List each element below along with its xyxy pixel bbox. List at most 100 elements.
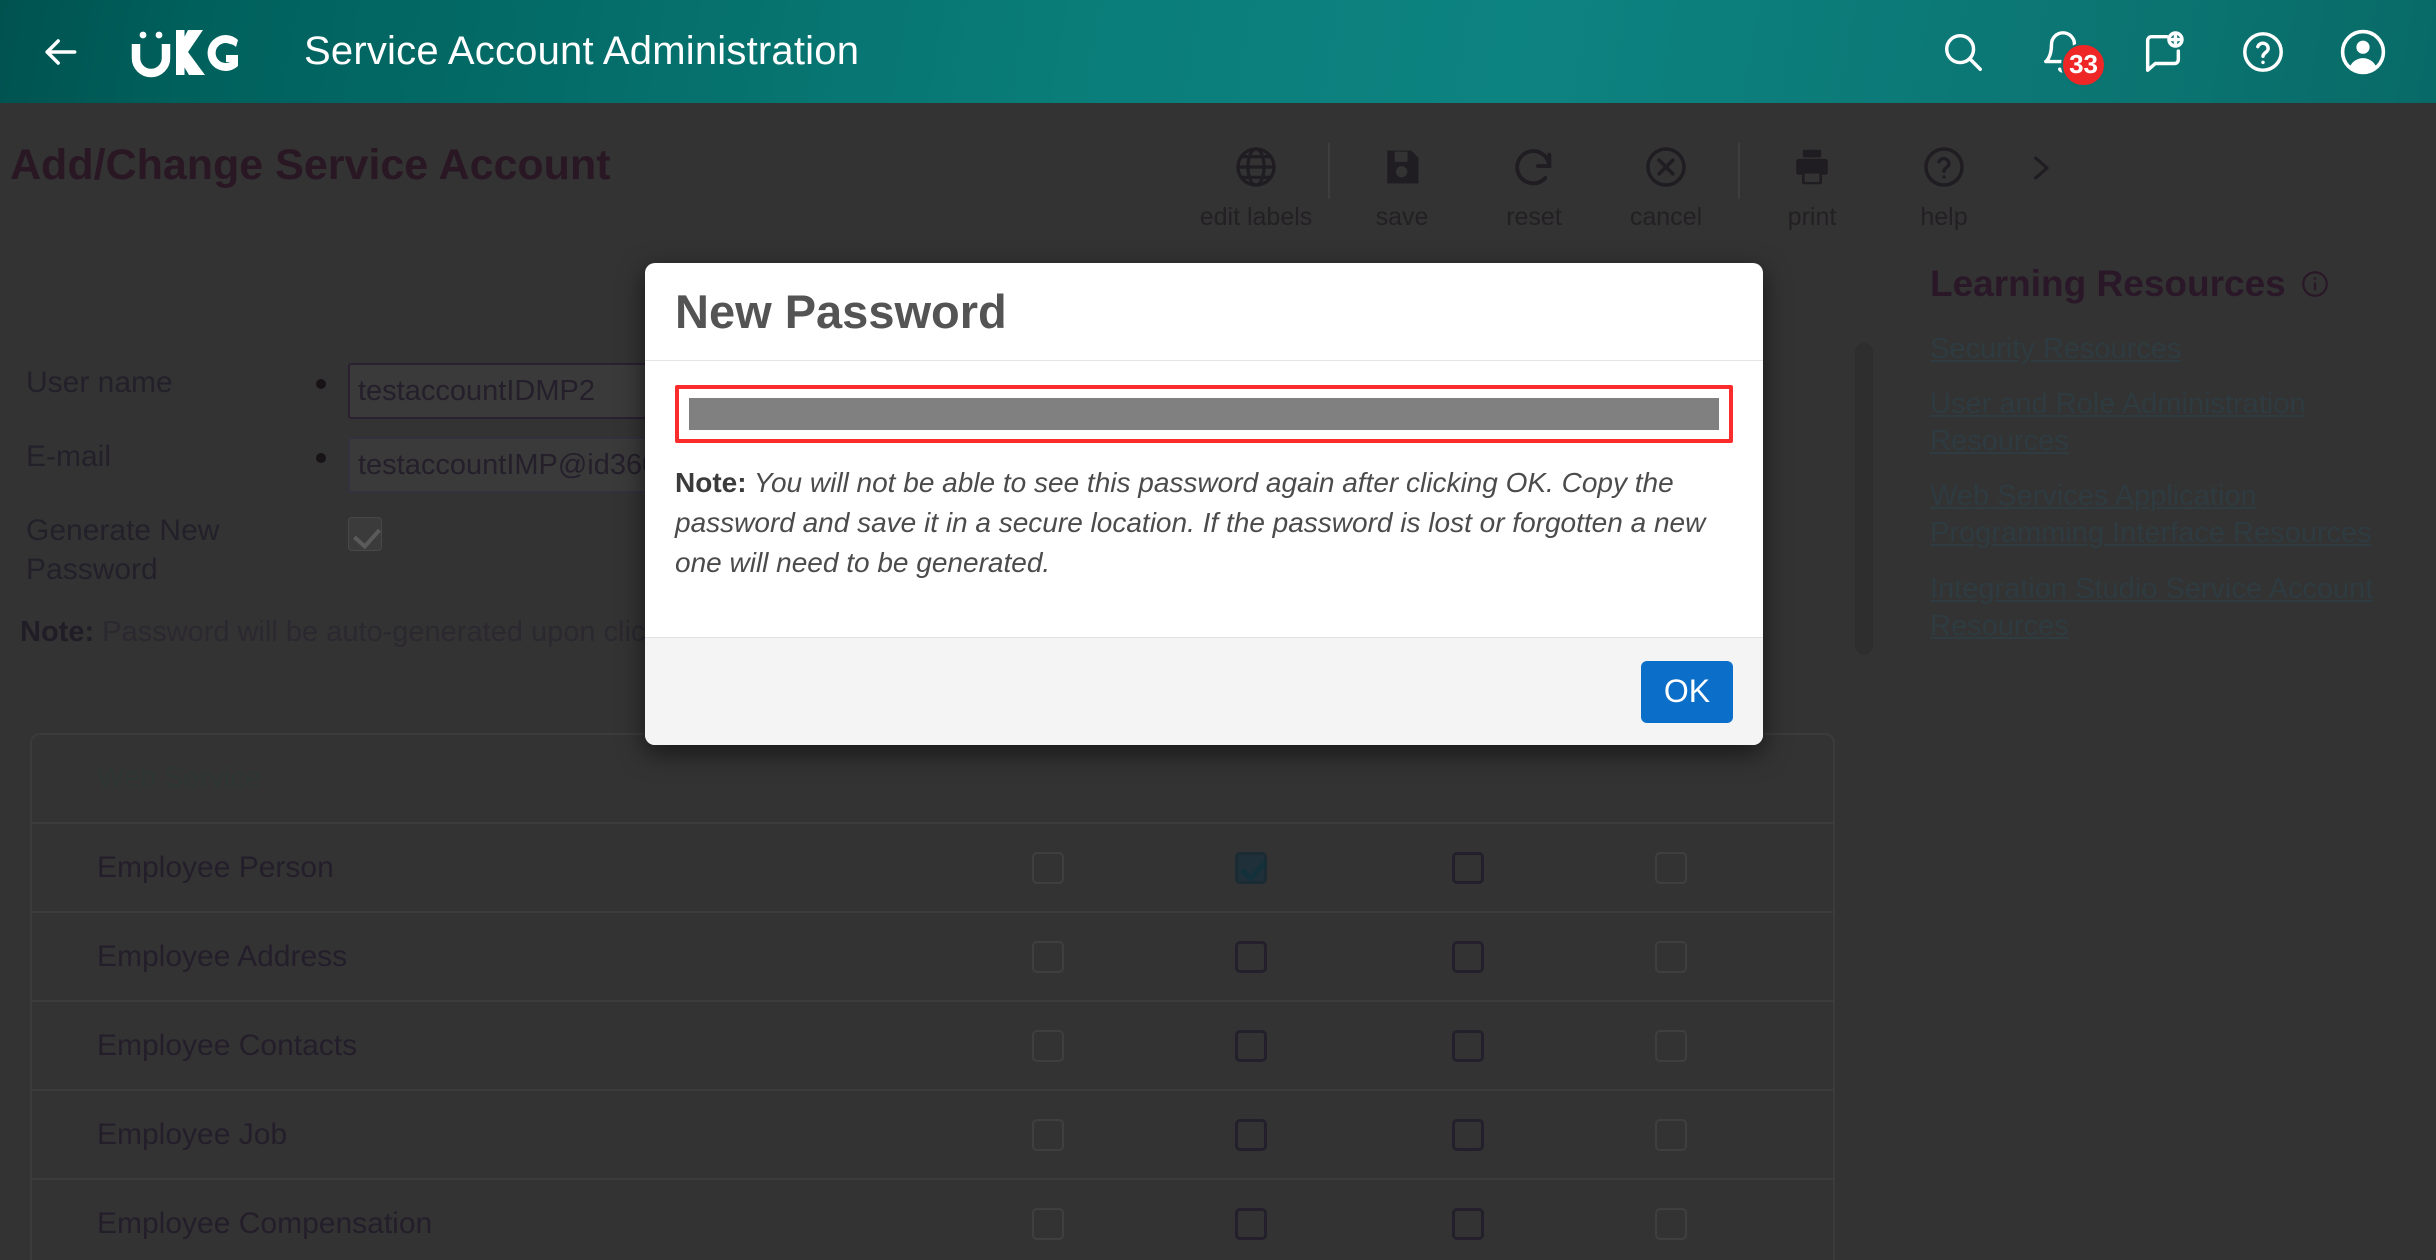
row-checkbox-col3[interactable] <box>1452 1207 1484 1240</box>
generate-new-password-checkbox[interactable] <box>348 517 382 551</box>
row-checkbox-col1[interactable] <box>1032 940 1064 973</box>
user-profile-icon[interactable] <box>2336 25 2390 79</box>
learning-resources-panel: Learning Resources Security Resources Us… <box>1930 263 2400 663</box>
print-icon <box>1790 141 1834 193</box>
edit-labels-button[interactable]: edit labels <box>1190 123 1322 232</box>
username-input[interactable]: testaccountIDMP2 <box>348 363 658 419</box>
save-button[interactable]: save <box>1336 123 1468 232</box>
table-row[interactable]: Employee Contacts <box>32 1002 1833 1091</box>
generate-new-password-label: Generate New Password <box>26 514 220 586</box>
help-question-icon <box>1921 141 1967 193</box>
learning-resources-heading: Learning Resources <box>1930 263 2400 305</box>
link-web-services-api-resources[interactable]: Web Services Application Programming Int… <box>1930 478 2400 552</box>
dialog-note: Note: You will not be able to see this p… <box>675 463 1733 582</box>
required-indicator <box>316 379 326 389</box>
reset-label: reset <box>1506 203 1562 231</box>
header-actions: 33 <box>1936 25 2390 87</box>
help-button[interactable]: help <box>1878 123 2010 232</box>
row-checkbox-col4[interactable] <box>1655 940 1687 973</box>
password-generation-note: Note: Password will be auto-generated up… <box>20 616 660 649</box>
ukg-logo[interactable] <box>126 22 244 82</box>
row-checkbox-col2[interactable] <box>1235 851 1267 884</box>
row-checkbox-col4[interactable] <box>1655 851 1687 884</box>
dialog-note-text: You will not be able to see this passwor… <box>675 467 1706 578</box>
dialog-footer: OK <box>645 637 1763 745</box>
print-label: print <box>1787 203 1837 231</box>
table-row[interactable]: Employee Address <box>32 913 1833 1002</box>
save-label: save <box>1375 203 1429 231</box>
new-password-field-highlight <box>675 385 1733 443</box>
chevron-right-icon[interactable] <box>2010 123 2070 213</box>
new-password-dialog: New Password Note: You will not be able … <box>645 263 1763 745</box>
row-checkbox-col1[interactable] <box>1032 1118 1064 1151</box>
link-security-resources[interactable]: Security Resources <box>1930 331 2400 368</box>
row-checkbox-col2[interactable] <box>1235 1029 1267 1062</box>
row-checkbox-col3[interactable] <box>1452 940 1484 973</box>
row-checkbox-col3[interactable] <box>1452 1118 1484 1151</box>
reset-button[interactable]: reset <box>1468 123 1600 232</box>
edit-labels-label: edit labels <box>1199 203 1313 231</box>
ukg-logo-mark <box>131 29 238 77</box>
row-checkbox-col2[interactable] <box>1235 1118 1267 1151</box>
learning-resources-title-text: Learning Resources <box>1930 263 2286 304</box>
column-header-web-service: Web Service <box>97 762 261 794</box>
row-label: Employee Job <box>97 1117 288 1151</box>
save-floppy-icon <box>1380 141 1424 193</box>
info-circle-icon[interactable] <box>2300 269 2330 299</box>
row-checkbox-col4[interactable] <box>1655 1207 1687 1240</box>
cancel-button[interactable]: cancel <box>1600 123 1732 232</box>
required-indicator <box>316 453 326 463</box>
ok-button[interactable]: OK <box>1641 660 1733 723</box>
learning-resources-links: Security Resources User and Role Adminis… <box>1930 331 2400 645</box>
help-circle-icon[interactable] <box>2236 25 2290 79</box>
dialog-title: New Password <box>675 285 1007 338</box>
print-button[interactable]: print <box>1746 123 1878 232</box>
form-field-generate-password: Generate New Password <box>26 511 382 589</box>
link-integration-studio-service-account-resources[interactable]: Integration Studio Service Account Resou… <box>1930 571 2400 645</box>
notifications-bell-icon[interactable]: 33 <box>2036 25 2106 87</box>
toolbar-divider-1 <box>1328 143 1330 199</box>
table-header-row: Web Service <box>32 735 1833 824</box>
row-checkbox-col3[interactable] <box>1452 851 1484 884</box>
email-input[interactable]: testaccountIMP@id360.( <box>348 437 658 493</box>
row-checkbox-col1[interactable] <box>1032 1207 1064 1240</box>
note-prefix: Note: <box>20 616 95 648</box>
row-label: Employee Address <box>97 939 348 973</box>
email-label: E-mail <box>26 440 112 473</box>
row-checkbox-col2[interactable] <box>1235 1207 1267 1240</box>
back-button[interactable] <box>30 22 90 82</box>
table-row[interactable]: Employee Person <box>32 824 1833 913</box>
table-row[interactable]: Employee Job <box>32 1091 1833 1180</box>
form-field-email: E-mail testaccountIMP@id360.( <box>26 437 658 493</box>
row-checkbox-col1[interactable] <box>1032 851 1064 884</box>
new-message-icon[interactable] <box>2136 25 2190 79</box>
row-label: Employee Contacts <box>97 1028 358 1062</box>
app-title: Service Account Administration <box>304 29 860 73</box>
username-label: User name <box>26 366 173 399</box>
vertical-scrollbar-thumb[interactable] <box>1855 343 1873 655</box>
action-toolbar: edit labels save reset cancel print help <box>1190 123 2070 233</box>
reset-refresh-icon <box>1511 141 1557 193</box>
new-password-input[interactable] <box>689 398 1719 430</box>
page-title: Add/Change Service Account <box>10 141 611 189</box>
row-checkbox-col3[interactable] <box>1452 1029 1484 1062</box>
row-checkbox-col4[interactable] <box>1655 1118 1687 1151</box>
row-checkbox-col1[interactable] <box>1032 1029 1064 1062</box>
dialog-header: New Password <box>645 263 1763 361</box>
link-user-and-role-administration-resources[interactable]: User and Role Administration Resources <box>1930 386 2400 460</box>
top-navigation-bar: Service Account Administration 33 <box>0 0 2436 103</box>
help-label: help <box>1920 203 1968 231</box>
toolbar-divider-2 <box>1738 143 1740 199</box>
dialog-note-prefix: Note: <box>675 467 747 498</box>
row-checkbox-col2[interactable] <box>1235 940 1267 973</box>
vertical-scrollbar-track[interactable] <box>1852 321 1874 1043</box>
search-icon[interactable] <box>1936 25 1990 79</box>
cancel-x-circle-icon <box>1643 141 1689 193</box>
cancel-label: cancel <box>1629 203 1703 231</box>
notification-count-badge: 33 <box>2061 42 2106 87</box>
globe-icon <box>1233 141 1279 193</box>
row-checkbox-col4[interactable] <box>1655 1029 1687 1062</box>
web-service-permissions-table: Web Service Employee Person Employee Add… <box>30 733 1835 1260</box>
table-row[interactable]: Employee Compensation <box>32 1180 1833 1260</box>
row-label: Employee Compensation <box>97 1206 433 1240</box>
